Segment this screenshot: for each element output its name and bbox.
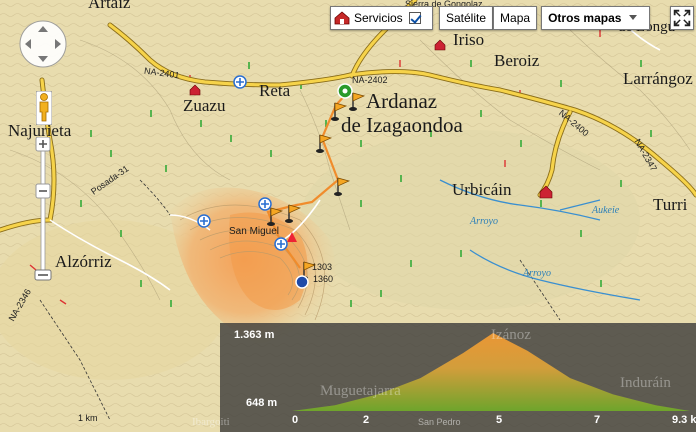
services-icon	[334, 11, 350, 25]
flag-marker[interactable]	[267, 207, 284, 226]
services-label: Servicios	[354, 11, 403, 25]
services-checkbox[interactable]	[408, 12, 421, 24]
info-cross-icon[interactable]	[233, 75, 247, 89]
elev-place-muguetajarra: Muguetajarra	[320, 383, 401, 399]
flag-marker[interactable]	[285, 204, 302, 223]
elevation-tick-label: 5	[496, 414, 503, 426]
satellite-button[interactable]: Satélite	[439, 6, 494, 30]
blue-start-marker[interactable]	[295, 275, 309, 289]
green-start-marker[interactable]	[337, 83, 353, 99]
elevation-max-label: 1.363 m	[234, 329, 275, 341]
services-toggle[interactable]: Servicios	[330, 6, 433, 30]
elev-place-indurain: Induráin	[620, 375, 671, 391]
zoom-slider-handle[interactable]	[34, 269, 52, 281]
other-maps-dropdown[interactable]: Otros mapas	[541, 6, 651, 30]
flag-marker[interactable]	[334, 177, 351, 196]
other-maps-label: Otros mapas	[548, 11, 622, 25]
elevation-profile[interactable]: 1.363 m 648 m Izánoz Muguetajarra Indurá…	[192, 323, 696, 432]
pan-control[interactable]	[18, 19, 68, 69]
zoom-in-button[interactable]	[35, 137, 51, 152]
flag-marker[interactable]	[316, 134, 333, 153]
info-cross-icon[interactable]	[258, 197, 272, 211]
fullscreen-button[interactable]	[670, 6, 694, 30]
elev-place-izanoz: Izánoz	[491, 327, 531, 343]
info-cross-icon[interactable]	[274, 237, 288, 251]
info-cross-icon[interactable]	[197, 214, 211, 228]
elevation-tick-label: 2	[363, 414, 370, 426]
map-button[interactable]: Mapa	[493, 6, 538, 30]
flag-marker[interactable]	[331, 102, 348, 121]
elev-place-ibargoiti: Ibargoiti	[192, 416, 230, 428]
chevron-down-icon	[629, 15, 638, 20]
elevation-tick-label: 9.3 km	[672, 414, 696, 426]
flag-marker[interactable]	[349, 92, 366, 111]
elevation-min-label: 648 m	[246, 397, 278, 409]
elevation-tick-label: 7	[594, 414, 601, 426]
elev-place-san-pedro: San Pedro	[418, 417, 461, 427]
map-label: Mapa	[500, 11, 531, 25]
satellite-label: Satélite	[446, 11, 487, 25]
zoom-control	[34, 137, 52, 281]
elevation-tick-label: 0	[292, 414, 299, 426]
zoom-out-button[interactable]	[35, 183, 51, 199]
pegman-icon[interactable]	[36, 91, 52, 125]
